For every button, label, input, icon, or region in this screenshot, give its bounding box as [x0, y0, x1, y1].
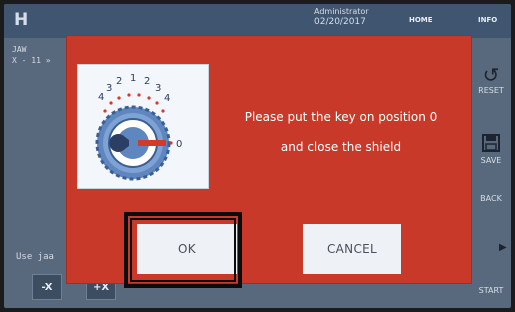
dialog-message: Please put the key on position 0 and clo… — [217, 102, 465, 162]
dial-number-left-3: 3 — [106, 83, 112, 94]
reset-label: RESET — [478, 86, 504, 95]
dial-number-right-3: 3 — [155, 83, 161, 94]
cancel-button[interactable]: CANCEL — [303, 224, 401, 274]
dial-number-1: 1 — [130, 73, 136, 84]
floppy-disk-icon — [471, 134, 511, 156]
user-name: Administrator — [314, 7, 369, 16]
rotate-ccw-icon: ↺ — [482, 63, 500, 87]
key-position-illustration: 4 3 2 1 2 3 4 0 — [77, 64, 209, 189]
key-dial-icon: 4 3 2 1 2 3 4 0 — [95, 73, 182, 181]
reset-button[interactable]: ↺ RESET — [471, 64, 511, 95]
current-date: 02/20/2017 — [314, 17, 366, 27]
machine-screen: H Administrator 02/20/2017 HOME INFO JAW… — [4, 4, 511, 308]
start-label: START — [478, 286, 504, 295]
save-label: SAVE — [480, 156, 502, 165]
console-text: JAW X - 11 » — [12, 44, 51, 66]
console-line-1: JAW — [12, 45, 27, 54]
dial-zero-label: 0 — [176, 139, 182, 150]
save-button[interactable]: SAVE — [471, 134, 511, 165]
jog-minus-x-button[interactable]: -X — [32, 274, 62, 300]
user-info: Administrator 02/20/2017 — [314, 6, 369, 28]
dialog-message-line-2: and close the shield — [280, 140, 402, 154]
ok-button[interactable]: OK — [137, 224, 237, 274]
hint-text: Use jaa — [16, 252, 54, 262]
dial-number-right-2: 2 — [144, 76, 150, 87]
home-button[interactable]: HOME — [409, 16, 433, 24]
dial-number-right-4: 4 — [164, 93, 170, 104]
dial-number-left-2: 2 — [116, 76, 122, 87]
brand-logo: H — [14, 10, 29, 30]
back-label: BACK — [480, 194, 502, 203]
back-button[interactable]: BACK — [471, 194, 511, 203]
top-bar: H Administrator 02/20/2017 HOME INFO — [4, 4, 511, 38]
shield-dialog: 4 3 2 1 2 3 4 0 Please put the key on po… — [67, 36, 471, 283]
chevron-right-icon[interactable]: ▶ — [499, 242, 507, 253]
dial-number-left-4: 4 — [98, 92, 104, 103]
start-button[interactable]: START — [471, 286, 511, 295]
console-line-2: X - 11 » — [12, 56, 51, 65]
dialog-message-line-1: Please put the key on position 0 — [244, 110, 438, 124]
info-button[interactable]: INFO — [478, 16, 497, 24]
